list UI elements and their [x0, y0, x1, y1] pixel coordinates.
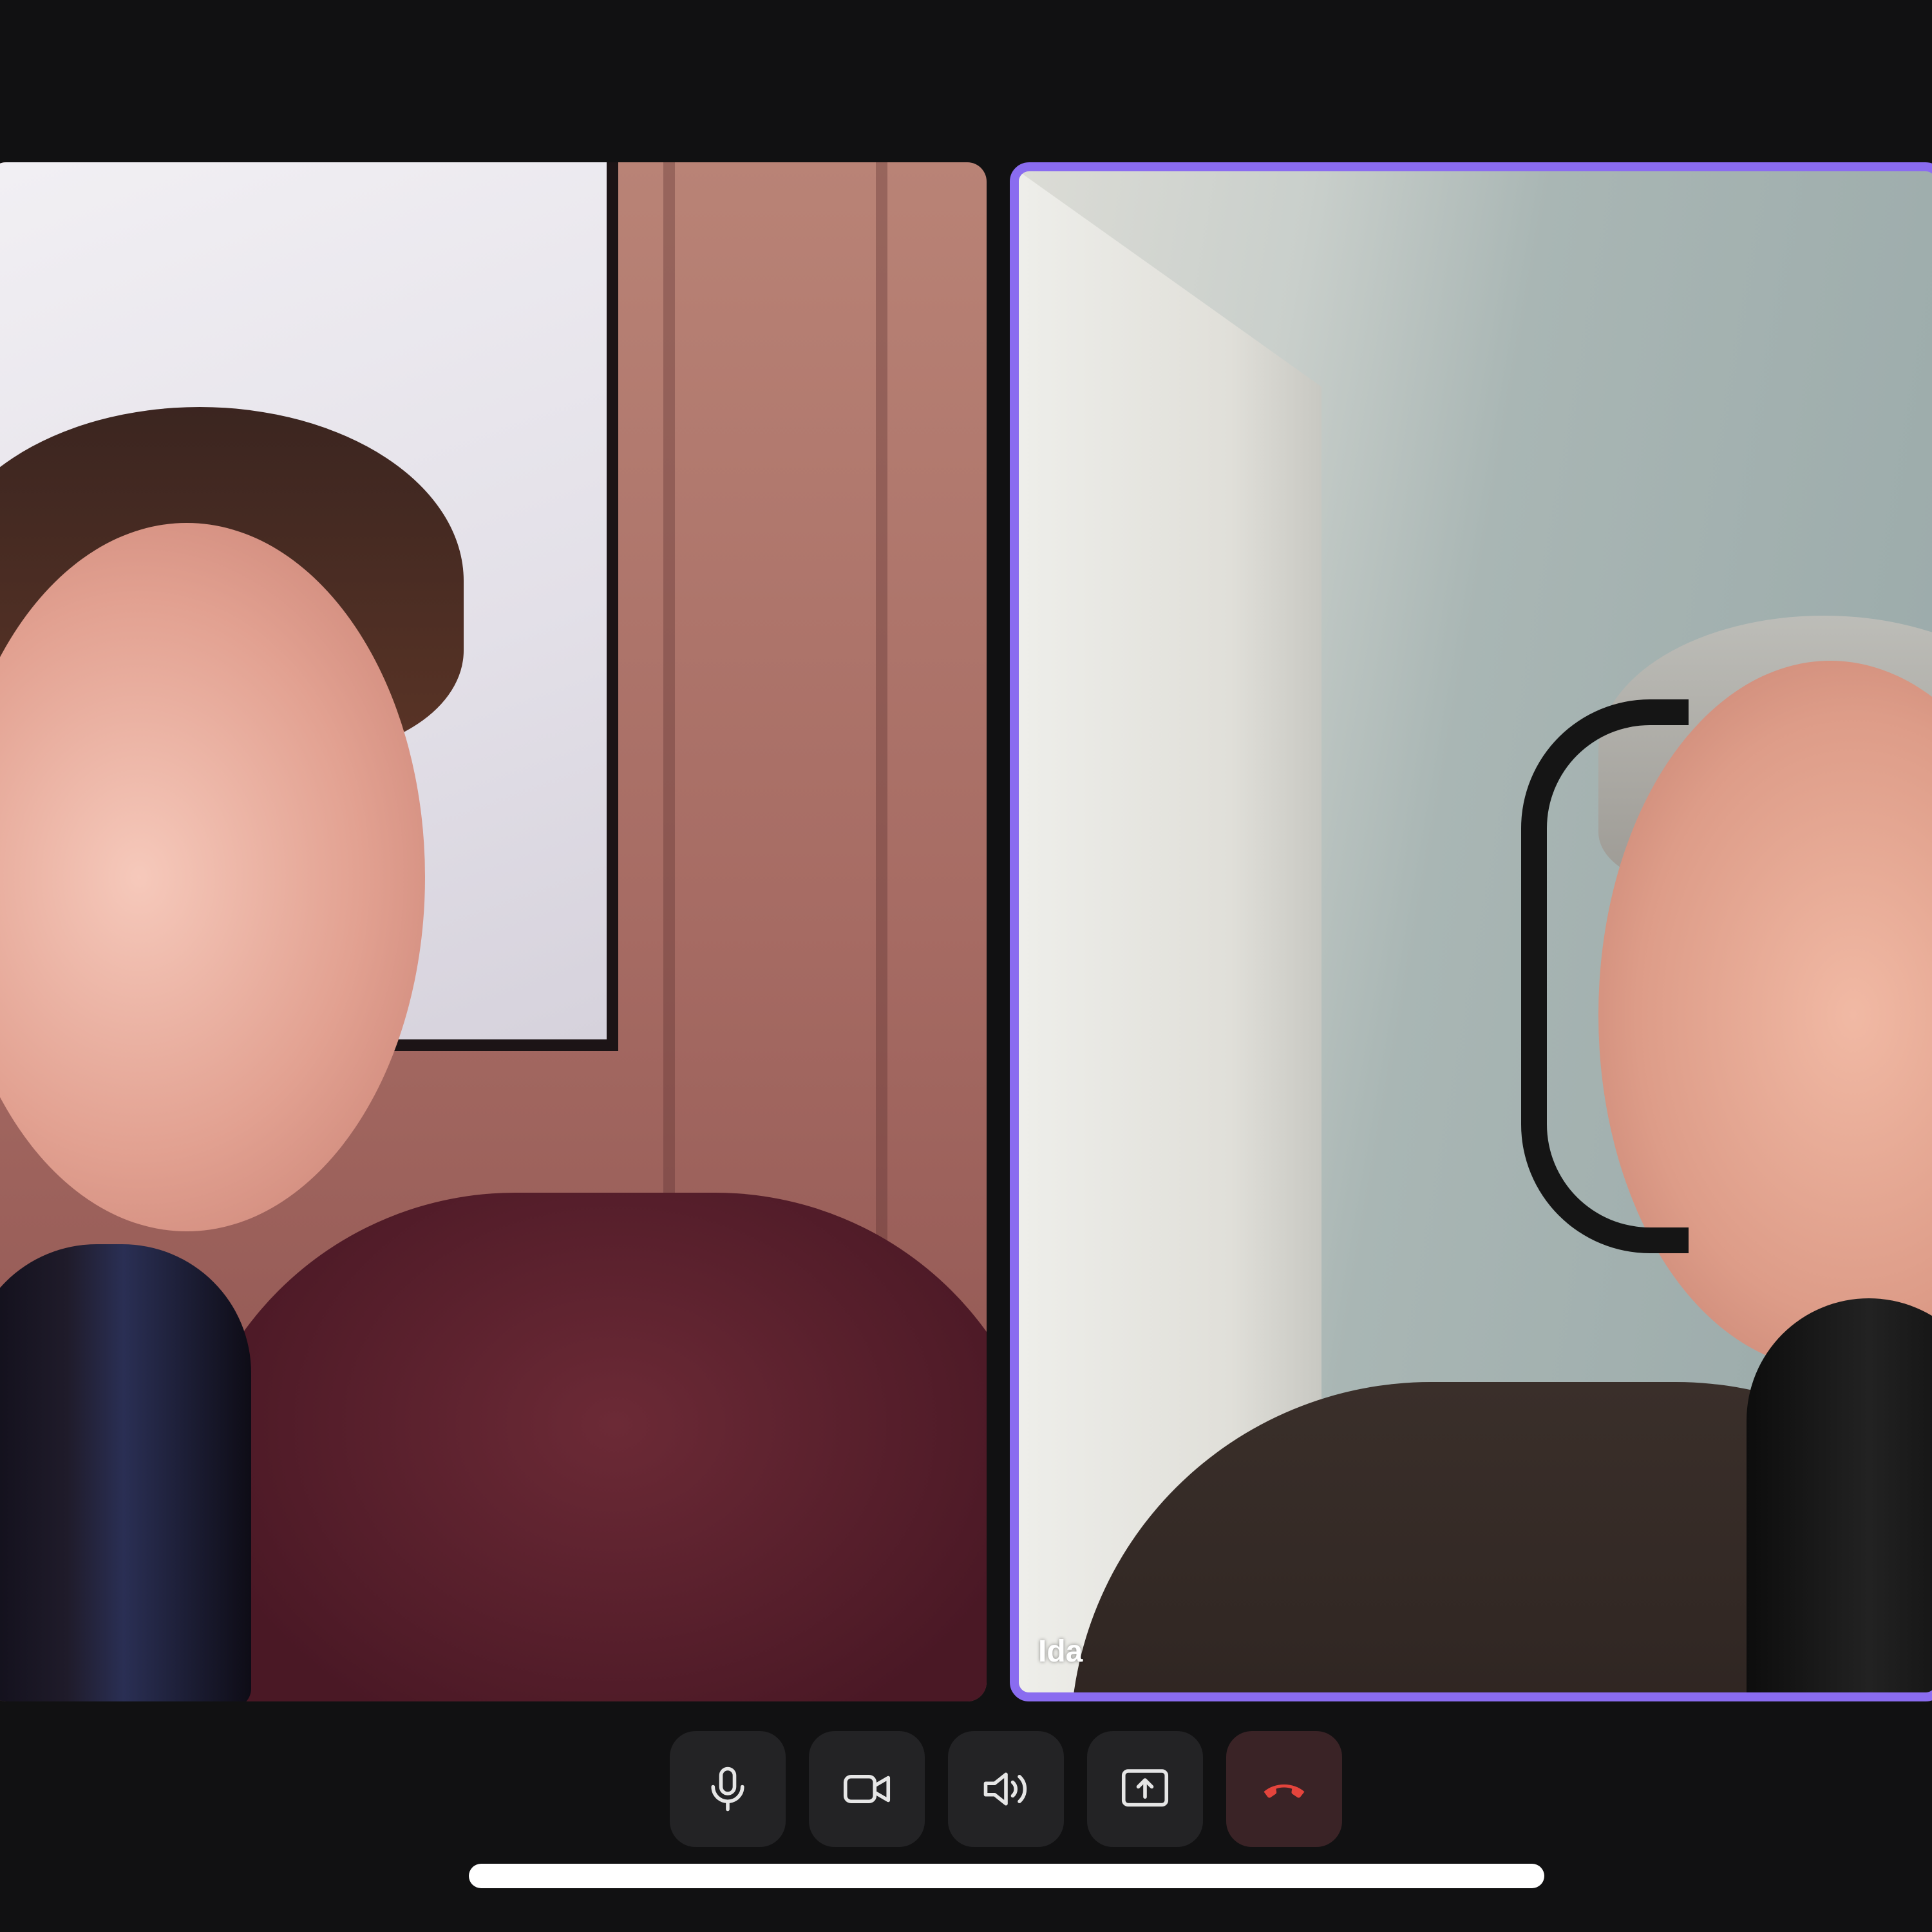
participant-sweater: [180, 1193, 987, 1701]
end-call-button[interactable]: [1226, 1731, 1342, 1847]
end-call-icon: [1264, 1784, 1305, 1798]
share-screen-button[interactable]: [1087, 1731, 1203, 1847]
podcast-microphone: [1747, 1298, 1932, 1692]
speaker-button[interactable]: [948, 1731, 1064, 1847]
microphone-button[interactable]: [670, 1731, 786, 1847]
video-tile-active-speaker[interactable]: Ida: [1010, 162, 1932, 1701]
call-control-bar: [670, 1731, 1342, 1847]
camera-button[interactable]: [809, 1731, 925, 1847]
share-screen-icon: [1121, 1769, 1169, 1807]
microphone-icon: [711, 1766, 744, 1812]
headphones: [1521, 699, 1689, 1253]
video-tile-left-participant[interactable]: [0, 162, 987, 1701]
camera-icon: [843, 1774, 891, 1804]
participant-name-label: Ida: [1038, 1634, 1083, 1669]
home-indicator-bar[interactable]: [469, 1864, 1544, 1888]
podcast-microphone: [0, 1244, 251, 1701]
speaker-icon: [983, 1772, 1027, 1806]
